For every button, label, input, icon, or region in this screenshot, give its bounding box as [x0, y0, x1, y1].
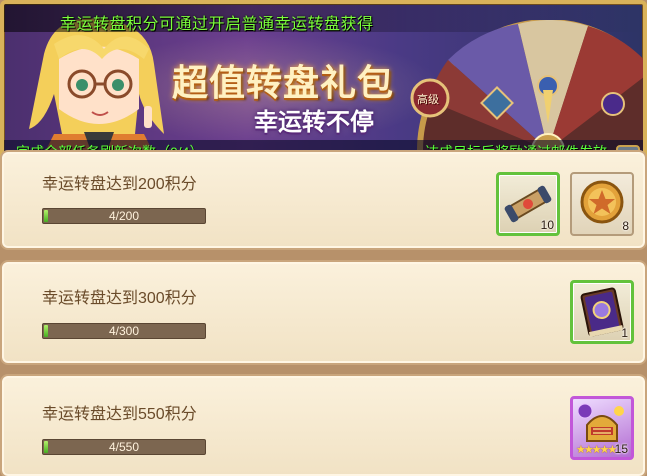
reward-count: 1 [621, 326, 628, 340]
reward-count: 15 [614, 442, 628, 456]
wheel-badge-advanced: 高级 [417, 94, 439, 106]
reward-item[interactable]: ★★★★★ 15 [570, 396, 634, 460]
task-title: 幸运转盘达到300积分 [42, 290, 197, 307]
task-title: 幸运转盘达到550积分 [42, 406, 197, 423]
reward-count: 8 [622, 219, 629, 233]
task-row: 幸运转盘达到200积分 4/200 10 8 [0, 150, 647, 250]
task-progress-bar: 4/300 [42, 323, 206, 339]
task-row: 幸运转盘达到550积分 4/550 ★★★★★ 15 [0, 374, 647, 476]
task-progress-bar: 4/550 [42, 439, 206, 455]
reward-count: 10 [540, 218, 554, 232]
task-title: 幸运转盘达到200积分 [42, 176, 197, 193]
reward-item[interactable]: 8 [570, 172, 634, 236]
progress-text: 4/200 [108, 209, 140, 223]
progress-text: 4/550 [108, 440, 140, 454]
reward-item[interactable]: 1 [570, 280, 634, 344]
reward-item[interactable]: 10 [496, 172, 560, 236]
task-progress-bar: 4/200 [42, 208, 206, 224]
banner-title: 超值转盘礼包 [172, 62, 395, 103]
star-rating: ★★★★★ [576, 444, 617, 456]
promo-banner: 幸运转盘积分可通过开启普通幸运转盘获得 超值转盘礼包 幸运转不停 高级 完成全部… [0, 0, 647, 172]
task-row: 幸运转盘达到300积分 4/300 1 [0, 260, 647, 365]
banner-top-text: 幸运转盘积分可通过开启普通幸运转盘获得 [60, 16, 374, 33]
character-portrait [29, 18, 164, 154]
banner-subtitle: 幸运转不停 [254, 109, 374, 136]
progress-text: 4/300 [108, 324, 140, 338]
